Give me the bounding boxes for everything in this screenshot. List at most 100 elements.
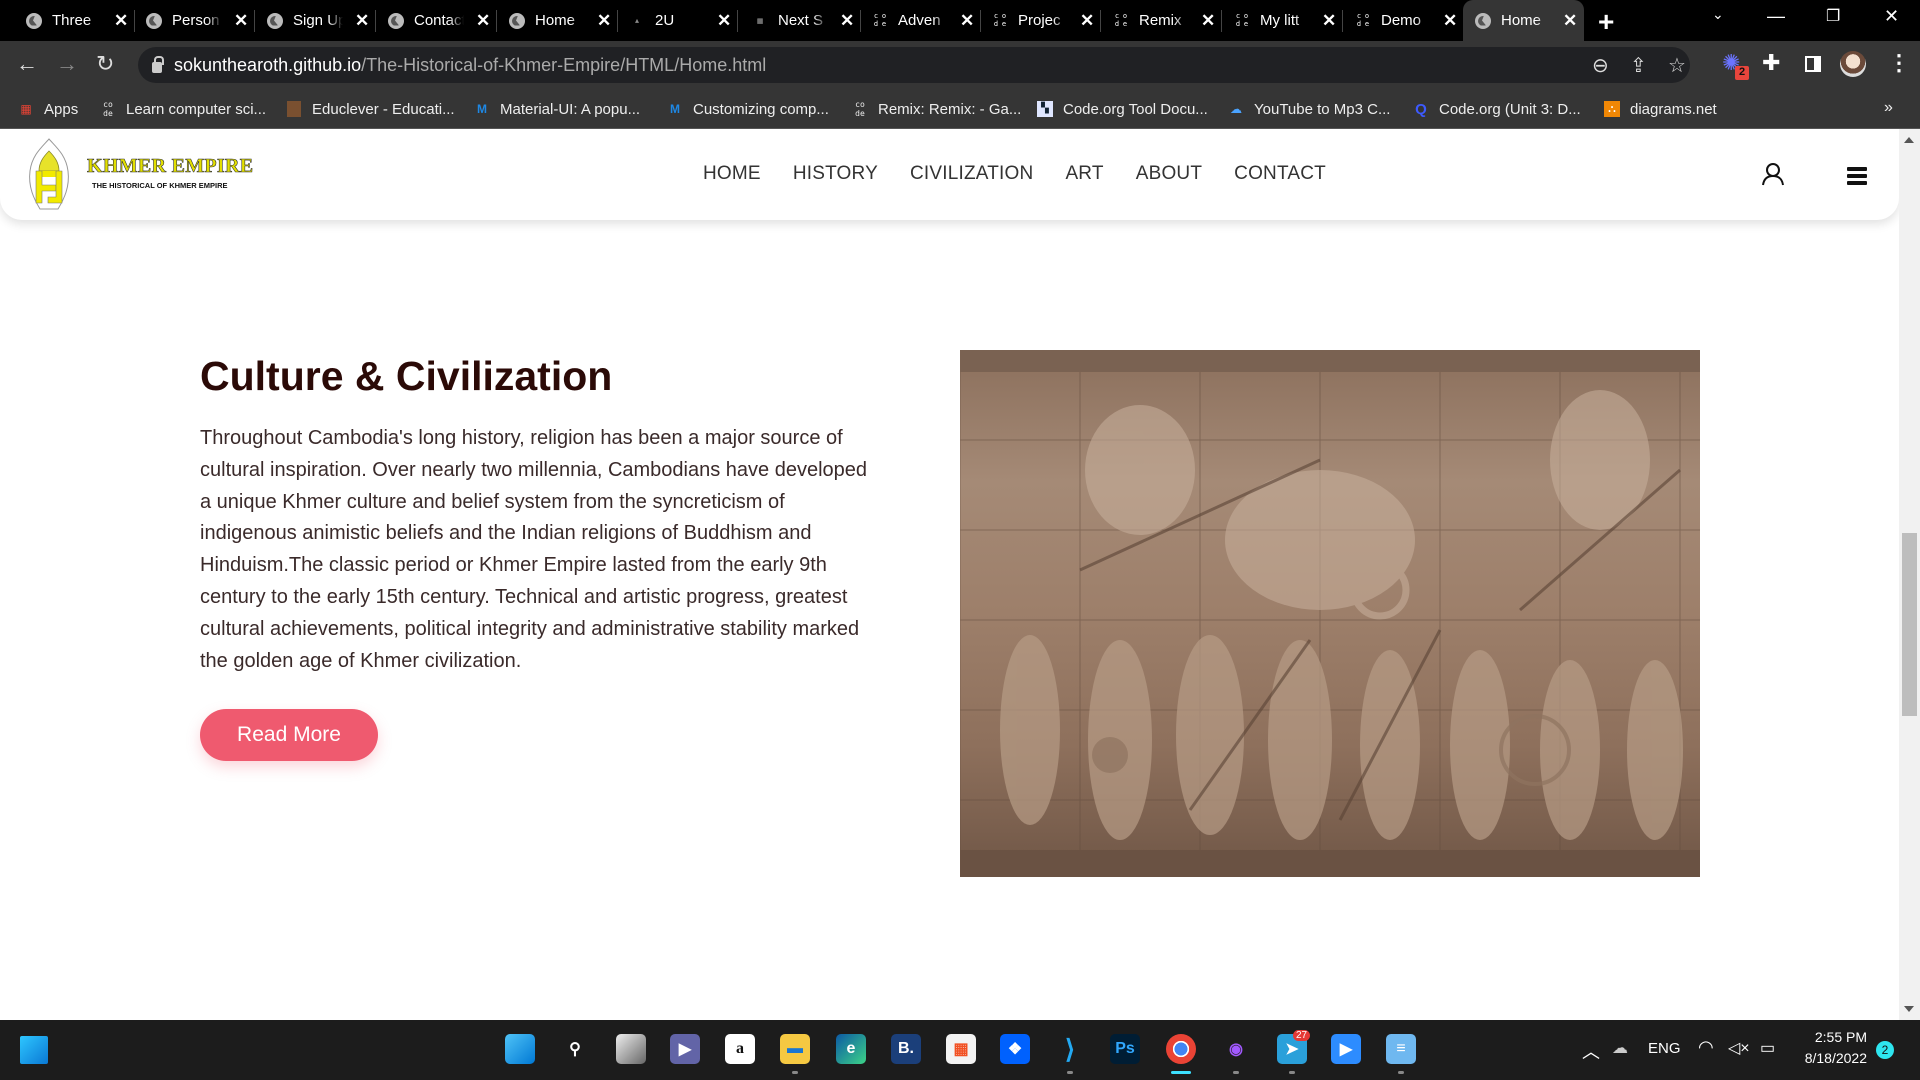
close-tab-icon[interactable]: ✕ <box>717 11 731 31</box>
bookmark-item[interactable]: ▦ Apps <box>18 89 78 129</box>
bookmark-item[interactable]: Educlever - Educati... <box>286 89 455 129</box>
nav-link-contact[interactable]: CONTACT <box>1234 163 1326 185</box>
vscode-icon[interactable]: ⟩ <box>1055 1034 1085 1064</box>
close-tab-icon[interactable]: ✕ <box>1080 11 1094 31</box>
browser-tab[interactable]: c o d e Remix ✕ <box>1101 0 1222 41</box>
address-bar[interactable]: sokunthearoth.github.io/The-Historical-o… <box>138 47 1690 83</box>
scroll-down-arrow[interactable] <box>1904 1006 1914 1012</box>
brand-name[interactable]: KHMER EMPIRE <box>87 155 254 178</box>
close-tab-icon[interactable]: ✕ <box>1443 11 1457 31</box>
close-window-button[interactable]: ✕ <box>1884 6 1899 27</box>
close-tab-icon[interactable]: ✕ <box>960 11 974 31</box>
wifi-icon[interactable]: ◠ <box>1698 1037 1714 1058</box>
profile-avatar[interactable] <box>1840 51 1866 77</box>
browser-tab[interactable]: Home ✕ <box>1463 0 1584 41</box>
store-icon[interactable]: ▦ <box>946 1034 976 1064</box>
start-icon[interactable] <box>505 1034 535 1064</box>
nav-link-history[interactable]: HISTORY <box>793 163 878 185</box>
notification-badge[interactable]: 2 <box>1876 1041 1894 1059</box>
browser-tab[interactable]: Three ✕ <box>14 0 135 41</box>
browser-tab[interactable]: Sign Up ✕ <box>255 0 376 41</box>
bookmark-item[interactable]: ⛬ diagrams.net <box>1604 89 1717 129</box>
share-icon[interactable]: ⇪ <box>1630 53 1647 78</box>
nav-link-art[interactable]: ART <box>1065 163 1103 185</box>
file-explorer-icon[interactable]: ▬ <box>780 1034 810 1064</box>
dropbox-icon[interactable]: ❖ <box>1000 1034 1030 1064</box>
tab-search-icon[interactable]: ⌄ <box>1712 6 1724 23</box>
browser-tab[interactable]: ▦ Next S ✕ <box>740 0 861 41</box>
nav-link-about[interactable]: ABOUT <box>1136 163 1202 185</box>
khmer-empire-logo[interactable] <box>24 137 74 211</box>
figma-icon[interactable]: ◉ <box>1221 1034 1251 1064</box>
browser-tab[interactable]: c o d e Projec ✕ <box>980 0 1101 41</box>
close-tab-icon[interactable]: ✕ <box>1201 11 1215 31</box>
teams-icon[interactable]: ▶ <box>670 1034 700 1064</box>
onedrive-error-icon[interactable]: ☁ <box>1612 1038 1628 1058</box>
clock-date[interactable]: 8/18/2022 <box>1797 1050 1867 1066</box>
bookmark-item[interactable]: M Material-UI: A popu... <box>474 89 640 129</box>
back-icon[interactable]: ← <box>16 51 38 77</box>
mui-icon: M <box>670 102 680 116</box>
notepad-icon[interactable]: ≡ <box>1386 1034 1416 1064</box>
bookmark-item[interactable]: ▚ Code.org Tool Docu... <box>1037 89 1208 129</box>
forward-icon[interactable]: → <box>56 51 78 77</box>
tray-overflow-icon[interactable]: ︿ <box>1582 1038 1600 1064</box>
battery-icon[interactable]: ▭ <box>1760 1038 1775 1058</box>
close-tab-icon[interactable]: ✕ <box>840 11 854 31</box>
browser-tab[interactable]: Contact ✕ <box>376 0 497 41</box>
bookmark-label: Educlever - Educati... <box>312 100 455 118</box>
browser-tab[interactable]: Person ✕ <box>134 0 255 41</box>
bookmark-item[interactable]: co de Learn computer sci... <box>100 89 266 129</box>
chrome-icon[interactable] <box>1166 1034 1196 1064</box>
edge-icon[interactable]: e <box>836 1034 866 1064</box>
zoom-icon[interactable]: ▶ <box>1331 1034 1361 1064</box>
bookmark-label: Code.org Tool Docu... <box>1063 100 1208 118</box>
bookmark-item[interactable]: co de Remix: Remix: - Ga... <box>852 89 1021 129</box>
lock-icon[interactable] <box>152 55 164 73</box>
globe-icon <box>26 12 42 29</box>
browser-tab[interactable]: c o d e Demo ✕ <box>1343 0 1464 41</box>
more-bookmarks-button[interactable]: » <box>1884 99 1893 117</box>
booking-icon[interactable]: B. <box>891 1034 921 1064</box>
read-more-button[interactable]: Read More <box>200 709 378 761</box>
browser-tab[interactable]: ▴ 2U ✕ <box>617 0 738 41</box>
task-view-icon[interactable] <box>616 1034 646 1064</box>
minimize-button[interactable]: — <box>1767 6 1785 27</box>
photoshop-icon[interactable]: Ps <box>1110 1034 1140 1064</box>
muted-speaker-icon[interactable]: ◁× <box>1728 1038 1750 1058</box>
close-tab-icon[interactable]: ✕ <box>1563 11 1577 31</box>
browser-tab[interactable]: c o d e My litt ✕ <box>1222 0 1343 41</box>
kebab-menu-icon[interactable]: ⋮ <box>1888 50 1910 76</box>
nav-link-civilization[interactable]: CIVILIZATION <box>910 163 1033 185</box>
bookmark-item[interactable]: ☁ YouTube to Mp3 C... <box>1228 89 1390 129</box>
maximize-button[interactable]: ❐ <box>1826 6 1840 26</box>
page-scrollbar[interactable] <box>1899 129 1920 1020</box>
close-tab-icon[interactable]: ✕ <box>234 11 248 31</box>
bookmark-star-icon[interactable]: ☆ <box>1668 53 1686 78</box>
language-indicator[interactable]: ENG <box>1648 1040 1681 1057</box>
clock-time[interactable]: 2:55 PM <box>1812 1029 1867 1045</box>
nav-link-home[interactable]: HOME <box>703 163 761 185</box>
bookmark-item[interactable]: Q Code.org (Unit 3: D... <box>1413 89 1581 129</box>
new-tab-button[interactable]: + <box>1598 6 1614 38</box>
widgets-icon[interactable] <box>20 1036 48 1064</box>
scroll-up-arrow[interactable] <box>1904 137 1914 143</box>
browser-tab[interactable]: Home ✕ <box>497 0 618 41</box>
close-tab-icon[interactable]: ✕ <box>355 11 369 31</box>
brand-tagline: THE HISTORICAL OF KHMER EMPIRE <box>92 181 228 190</box>
reload-icon[interactable]: ↻ <box>96 51 114 77</box>
close-tab-icon[interactable]: ✕ <box>597 11 611 31</box>
close-tab-icon[interactable]: ✕ <box>1322 11 1336 31</box>
bookmark-item[interactable]: M Customizing comp... <box>667 89 829 129</box>
amazon-icon[interactable]: a <box>725 1034 755 1064</box>
user-account-icon[interactable] <box>1762 162 1784 186</box>
side-panel-icon[interactable] <box>1805 56 1821 72</box>
hamburger-menu-icon[interactable] <box>1847 167 1867 185</box>
close-tab-icon[interactable]: ✕ <box>476 11 490 31</box>
search-icon[interactable]: ⚲ <box>560 1034 590 1064</box>
scrollbar-thumb[interactable] <box>1902 533 1917 716</box>
zoom-out-icon[interactable]: ⊖ <box>1592 53 1609 78</box>
browser-tab[interactable]: c o d e Adven ✕ <box>860 0 981 41</box>
extensions-puzzle-icon[interactable]: ✚ <box>1762 50 1780 76</box>
close-tab-icon[interactable]: ✕ <box>114 11 128 31</box>
